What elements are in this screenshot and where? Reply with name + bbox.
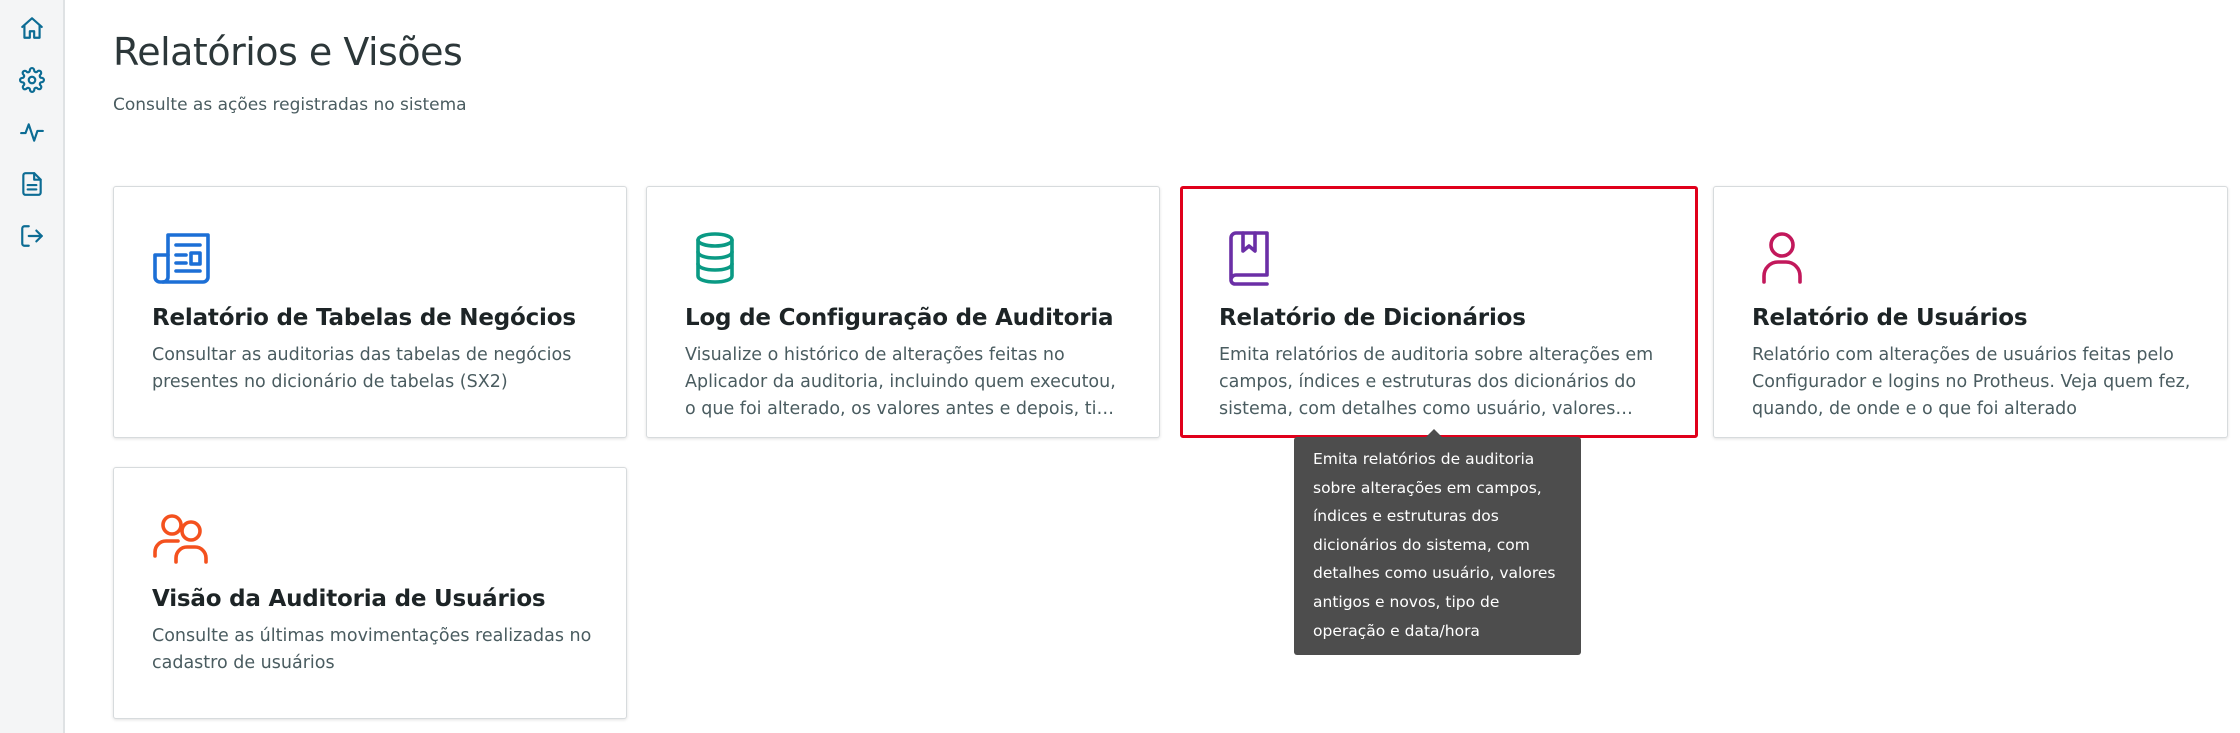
logout-icon[interactable]: [17, 221, 47, 251]
book-bookmark-icon: [1219, 229, 1279, 287]
card-title: Relatório de Tabelas de Negócios: [152, 305, 576, 331]
sidebar: [0, 0, 65, 733]
card-users-report[interactable]: Relatório de Usuários Relatório com alte…: [1713, 186, 2228, 438]
card-description: Consultar as auditorias das tabelas de n…: [152, 345, 572, 392]
user-icon: [1752, 229, 1812, 287]
card-description: Emita relatórios de auditoria sobre alte…: [1219, 345, 1654, 419]
page-subtitle: Consulte as ações registradas no sistema: [113, 95, 467, 115]
card-title: Relatório de Dicionários: [1219, 305, 1526, 331]
page-title: Relatórios e Visões: [113, 30, 463, 74]
activity-icon[interactable]: [17, 117, 47, 147]
card-business-tables-report[interactable]: Relatório de Tabelas de Negócios Consult…: [113, 186, 627, 438]
users-icon: [152, 510, 212, 568]
card-title: Relatório de Usuários: [1752, 305, 2028, 331]
card-title: Visão da Auditoria de Usuários: [152, 586, 546, 612]
document-icon[interactable]: [17, 169, 47, 199]
gear-icon[interactable]: [17, 65, 47, 95]
card-title: Log de Configuração de Auditoria: [685, 305, 1114, 331]
database-icon: [685, 229, 745, 287]
card-users-audit-view[interactable]: Visão da Auditoria de Usuários Consulte …: [113, 467, 627, 719]
newspaper-icon: [152, 229, 212, 287]
card-dictionaries-report[interactable]: Relatório de Dicionários Emita relatório…: [1180, 186, 1698, 438]
card-description: Consulte as últimas movimentações realiz…: [152, 626, 592, 673]
card-audit-config-log[interactable]: Log de Configuração de Auditoria Visuali…: [646, 186, 1160, 438]
tooltip: Emita relatórios de auditoria sobre alte…: [1294, 437, 1581, 655]
card-description: Visualize o histórico de alterações feit…: [685, 345, 1119, 419]
card-description: Relatório com alterações de usuários fei…: [1752, 345, 2191, 419]
home-icon[interactable]: [17, 13, 47, 43]
